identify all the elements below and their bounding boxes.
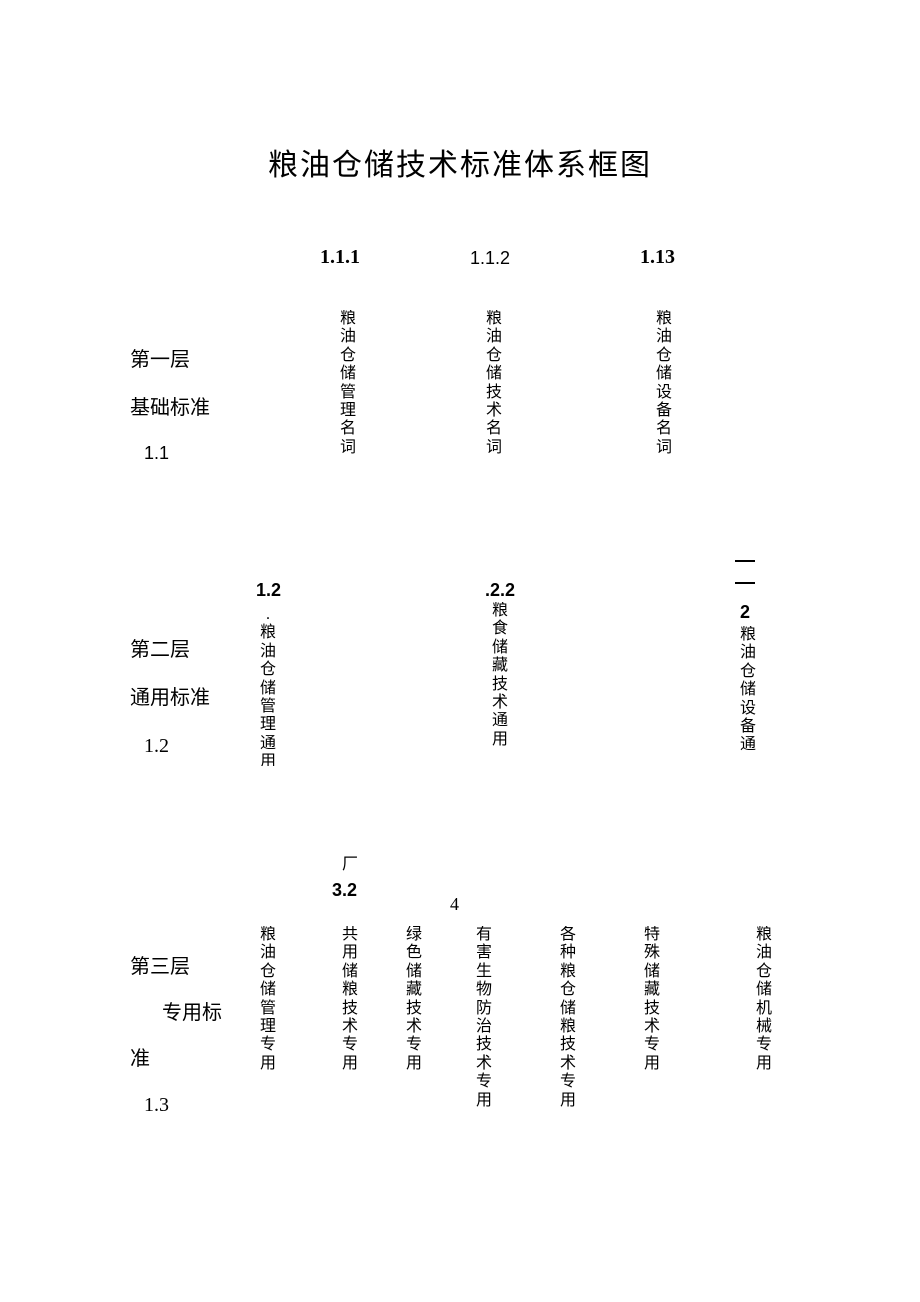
layer3-col-2: 共用储粮技术专用 <box>340 926 360 1086</box>
layer1-line1: 第一层 <box>130 336 240 384</box>
layer1-line3: 1.1 <box>130 432 240 475</box>
layer1-line2: 基础标准 <box>130 384 240 432</box>
layer2-dash2 <box>735 582 755 584</box>
layer2-line2: 通用标准 <box>130 674 240 722</box>
layer3-fragtop: 厂 <box>340 856 360 874</box>
layer1-num-2: 1.1.2 <box>470 248 510 269</box>
layer2-col-1: .粮油仓储管理通用 <box>258 606 278 766</box>
layer3-line2a: 专用标 <box>130 990 240 1036</box>
layer2-dash1 <box>735 560 755 562</box>
layer2-col-2: 粮食储藏技术通用 <box>490 602 510 768</box>
layer2-num-3: 2 <box>740 602 750 623</box>
layer3-frag4: 4 <box>450 894 459 915</box>
layer3-col-1: 粮油仓储管理专用 <box>258 926 278 1086</box>
layer1-label: 第一层 基础标准 1.1 <box>130 336 240 475</box>
layer3-line3: 1.3 <box>130 1082 240 1128</box>
layer1-num-3: 1.13 <box>640 246 675 269</box>
page-title: 粮油仓储技术标准体系框图 <box>0 140 920 184</box>
layer3-col-4: 有害生物防治技术专用 <box>474 926 494 1122</box>
layer3-line1: 第三层 <box>130 944 240 990</box>
layer3-col-3: 绿色储藏技术专用 <box>404 926 424 1086</box>
layer3-label: 第三层 专用标 准 1.3 <box>130 944 240 1128</box>
layer3-line2b: 准 <box>130 1036 240 1082</box>
layer3-col-5: 各种粮仓储粮技术专用 <box>558 926 578 1122</box>
layer2-label: 第二层 通用标准 1.2 <box>130 626 240 770</box>
layer2-num-1: 1.2 <box>256 580 281 601</box>
layer3-col-7: 粮油仓储机械专用 <box>754 926 774 1086</box>
layer2-line1: 第二层 <box>130 626 240 674</box>
layer1-col-3: 粮油仓储设备名词 <box>654 310 674 480</box>
layer2-num-2: .2.2 <box>485 580 515 601</box>
layer1-col-1: 粮油仓储管理名词 <box>338 310 358 480</box>
layer1-col-2: 粮油仓储技术名词 <box>484 310 504 480</box>
layer1-num-1: 1.1.1 <box>320 246 360 269</box>
layer2-line3: 1.2 <box>130 722 240 770</box>
layer3-num32: 3.2 <box>332 880 357 901</box>
layer3-col-6: 特殊储藏技术专用 <box>642 926 662 1086</box>
layer2-col-3: 粮油仓储设备通 <box>738 626 758 766</box>
